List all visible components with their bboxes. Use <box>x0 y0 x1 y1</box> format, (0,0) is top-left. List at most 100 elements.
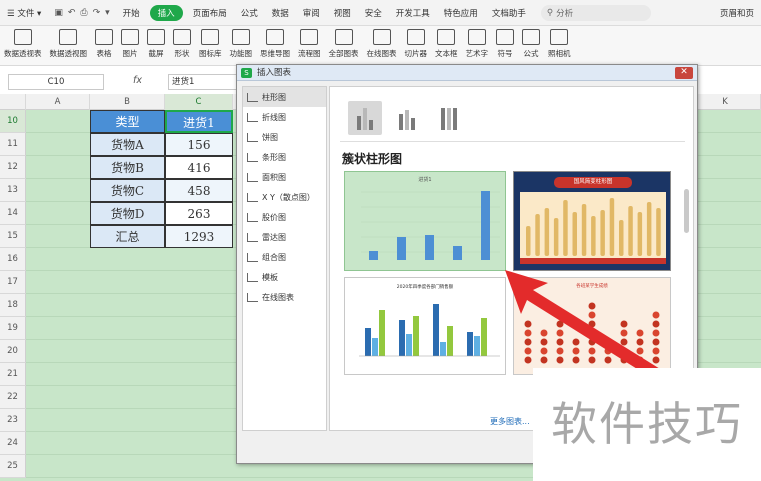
chart-type-item[interactable]: 雷达图 <box>243 227 326 247</box>
table-cell[interactable]: 263 <box>165 202 233 225</box>
preview-marker <box>540 356 548 364</box>
percent-stacked-column-subtype[interactable] <box>432 101 466 135</box>
chart-type-item[interactable]: 饼图 <box>243 127 326 147</box>
chart-type-item[interactable]: 组合图 <box>243 247 326 267</box>
row-header[interactable]: 19 <box>0 317 26 340</box>
header-footer-button[interactable]: 页眉和页 <box>713 7 761 19</box>
save-icon[interactable]: ▣ <box>54 8 63 18</box>
preview-marker <box>588 329 596 337</box>
row-header[interactable]: 10 <box>0 110 26 133</box>
ribbon-button[interactable]: 切片器 <box>401 29 432 59</box>
ribbon-button[interactable]: 功能图 <box>226 29 257 59</box>
chart-type-item[interactable]: 在线图表 <box>243 287 326 307</box>
fx-icon[interactable]: fx <box>133 75 142 86</box>
name-box[interactable]: C10 <box>8 74 104 90</box>
stacked-column-subtype[interactable] <box>390 101 424 135</box>
chart-type-item[interactable]: 股价图 <box>243 207 326 227</box>
menu-item[interactable]: 文档助手 <box>485 7 533 19</box>
close-button[interactable]: ✕ <box>675 67 693 79</box>
undo-icon[interactable]: ↶ <box>68 8 76 18</box>
chart-type-item[interactable]: 模板 <box>243 267 326 287</box>
column-header[interactable]: K <box>690 94 761 110</box>
ribbon-button[interactable]: 图片 <box>117 29 143 59</box>
menu-icon[interactable]: ☰ 文件 ▾ <box>0 7 48 19</box>
table-cell[interactable]: 416 <box>165 156 233 179</box>
menu-item[interactable]: 插入 <box>149 4 183 21</box>
file-menu[interactable]: 文件 <box>17 9 34 19</box>
menu-item[interactable]: 页面布局 <box>186 7 234 19</box>
row-header[interactable]: 25 <box>0 455 26 478</box>
chart-preview-multi[interactable]: 2020年四季度各部门销售额 <box>344 277 506 375</box>
row-header[interactable]: 11 <box>0 133 26 156</box>
chart-type-item[interactable]: 面积图 <box>243 167 326 187</box>
row-header[interactable]: 24 <box>0 432 26 455</box>
ribbon-button[interactable]: 艺术字 <box>462 29 493 59</box>
dialog-titlebar[interactable]: S 插入图表 ✕ <box>237 65 697 81</box>
table-cell[interactable]: 1293 <box>165 225 233 248</box>
menu-item[interactable]: 开始 <box>116 7 147 19</box>
ribbon-button[interactable]: 图标库 <box>195 29 226 59</box>
chevron-down-icon[interactable]: ▾ <box>105 8 110 18</box>
ribbon-button[interactable]: 公式 <box>518 29 544 59</box>
select-all-corner[interactable] <box>0 94 26 110</box>
menu-item[interactable]: 开发工具 <box>389 7 437 19</box>
chart-type-item[interactable]: 条形图 <box>243 147 326 167</box>
menu-item[interactable]: 数据 <box>265 7 296 19</box>
table-cell[interactable]: 货物A <box>90 133 165 156</box>
row-header[interactable]: 12 <box>0 156 26 179</box>
row-header[interactable]: 20 <box>0 340 26 363</box>
row-header[interactable]: 17 <box>0 271 26 294</box>
ribbon-button[interactable]: 形状 <box>169 29 195 59</box>
ribbon-button[interactable]: 截屏 <box>143 29 169 59</box>
row-header[interactable]: 23 <box>0 409 26 432</box>
table-cell[interactable]: 458 <box>165 179 233 202</box>
ribbon-button[interactable]: 表格 <box>91 29 117 59</box>
row-header[interactable]: 21 <box>0 363 26 386</box>
redo-icon[interactable]: ↷ <box>93 8 101 18</box>
row-header[interactable]: 14 <box>0 202 26 225</box>
ribbon-button[interactable]: 数据透视图 <box>46 29 92 59</box>
table-header-cell[interactable]: 类型 <box>90 110 165 133</box>
more-charts-link[interactable]: 更多图表... <box>490 416 530 427</box>
menu-item[interactable]: 安全 <box>358 7 389 19</box>
ribbon-button[interactable]: 照相机 <box>544 29 575 59</box>
chart-preview-dark[interactable]: 国风简变柱形图 <box>513 171 671 271</box>
column-header[interactable]: A <box>26 94 90 110</box>
chart-type-item[interactable]: X Y（散点图） <box>243 187 326 207</box>
row-header[interactable]: 18 <box>0 294 26 317</box>
row-header[interactable]: 16 <box>0 248 26 271</box>
menu-item[interactable]: 特色应用 <box>437 7 485 19</box>
menu-item[interactable]: 公式 <box>234 7 265 19</box>
print-icon[interactable]: ⎙ <box>80 8 87 18</box>
ribbon-button[interactable]: 数据透视表 <box>0 29 46 59</box>
chart-type-item[interactable]: 折线图 <box>243 107 326 127</box>
row-header[interactable]: 13 <box>0 179 26 202</box>
menu-item[interactable]: 视图 <box>327 7 358 19</box>
table-header-cell[interactable]: 进货1 <box>165 110 233 133</box>
search-box[interactable]: ⚲ 分析 <box>540 4 651 21</box>
ribbon-button[interactable]: 思维导图 <box>256 29 294 59</box>
column-header[interactable]: C <box>165 94 233 110</box>
preview-marker <box>556 347 564 355</box>
preview-marker <box>620 338 628 346</box>
table-cell[interactable]: 汇总 <box>90 225 165 248</box>
row-header[interactable]: 22 <box>0 386 26 409</box>
ribbon-button[interactable]: 流程图 <box>294 29 325 59</box>
clustered-column-subtype[interactable] <box>348 101 382 135</box>
ribbon-button[interactable]: 全部图表 <box>325 29 363 59</box>
table-cell[interactable]: 货物D <box>90 202 165 225</box>
ribbon-button[interactable]: 文本框 <box>431 29 462 59</box>
preview-scrollbar[interactable] <box>684 189 689 233</box>
table-cell[interactable]: 货物B <box>90 156 165 179</box>
chart-type-item[interactable]: 柱形图 <box>243 87 326 107</box>
menu-item[interactable]: 审阅 <box>296 7 327 19</box>
table-cell[interactable]: 货物C <box>90 179 165 202</box>
chart-preview-basic[interactable]: 进货1 <box>344 171 506 271</box>
table-cell[interactable]: 156 <box>165 133 233 156</box>
ribbon-button[interactable]: 在线图表 <box>363 29 401 59</box>
column-header[interactable]: B <box>90 94 165 110</box>
row-header[interactable]: 15 <box>0 225 26 248</box>
ribbon-button[interactable]: 符号 <box>492 29 518 59</box>
chart-preview-tomato[interactable]: 各班某学生成绩 <box>513 277 671 375</box>
formula-input[interactable]: 进货1 <box>168 74 238 90</box>
